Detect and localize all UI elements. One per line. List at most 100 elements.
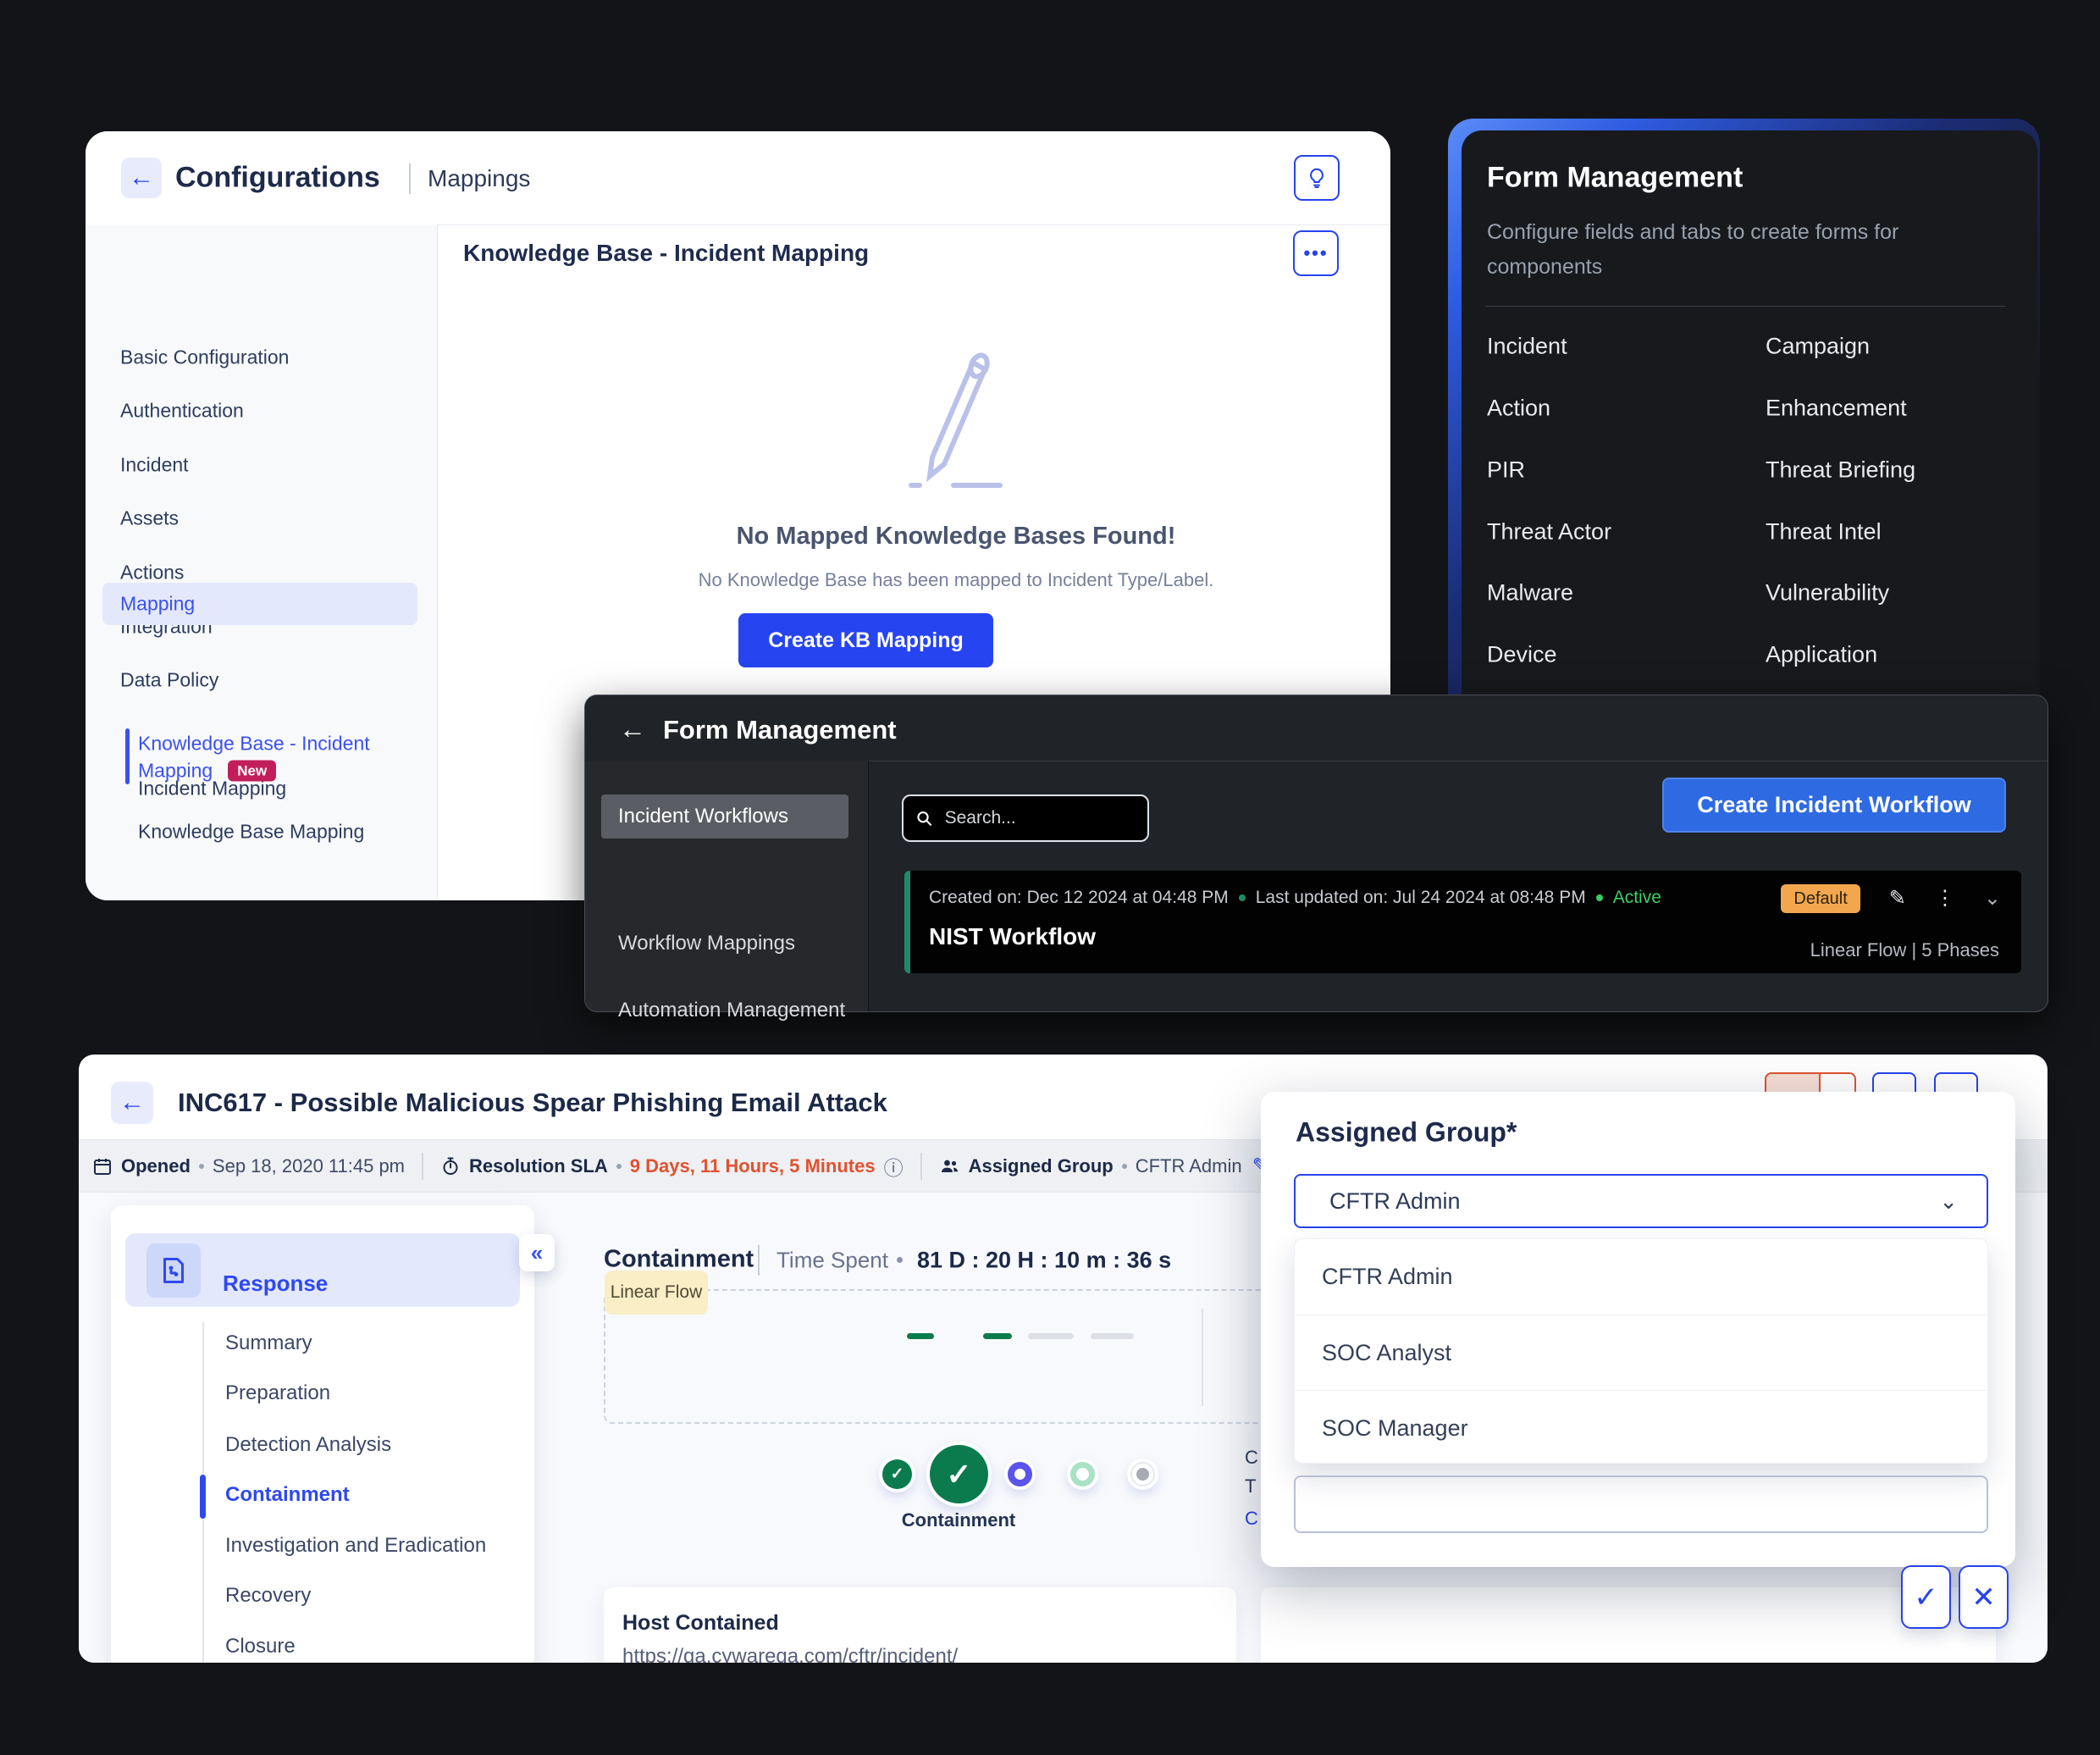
- chevron-down-icon[interactable]: ⌄: [1984, 889, 2001, 909]
- empty-state-title: No Mapped Knowledge Bases Found!: [522, 523, 1390, 551]
- sidebar-item-incident[interactable]: Incident: [120, 454, 189, 477]
- check-icon: ✓: [1914, 1581, 1938, 1614]
- sidebar-item-basic-configuration[interactable]: Basic Configuration: [120, 346, 289, 369]
- phase-summary[interactable]: Summary: [225, 1331, 312, 1355]
- response-sidebar-card: Response Summary Preparation Detection A…: [111, 1205, 534, 1663]
- component-action[interactable]: Action: [1487, 396, 1550, 422]
- component-threat-briefing[interactable]: Threat Briefing: [1766, 457, 1915, 484]
- component-pir[interactable]: PIR: [1487, 457, 1525, 484]
- workflow-card[interactable]: Created on: Dec 12 2024 at 04:48 PM Last…: [904, 871, 2021, 973]
- step-upcoming[interactable]: [1070, 1462, 1095, 1486]
- edit-icon[interactable]: ✎: [1889, 889, 1906, 909]
- create-kb-mapping-button[interactable]: Create KB Mapping: [738, 613, 993, 667]
- pencil-empty-state-illustration: [881, 347, 1025, 504]
- connector-done: [907, 1333, 934, 1339]
- assigned-group-select[interactable]: CFTR Admin ⌄: [1294, 1174, 1988, 1228]
- step-current-containment[interactable]: ✓: [930, 1445, 988, 1503]
- assigned-group-modal: Assigned Group* CFTR Admin ⌄ CFTR Admin …: [1261, 1092, 2015, 1567]
- sidebar-item-data-policy[interactable]: Data Policy: [120, 669, 218, 692]
- separator-dot: [1122, 1164, 1127, 1169]
- selected-value: CFTR Admin: [1329, 1188, 1461, 1215]
- step-next[interactable]: [1008, 1462, 1032, 1486]
- kebab-menu-icon[interactable]: ⋮: [1935, 889, 1955, 909]
- collapse-sidebar-button[interactable]: «: [519, 1234, 555, 1271]
- confirm-button[interactable]: ✓: [1901, 1565, 1951, 1629]
- more-options-button[interactable]: •••: [1293, 230, 1339, 276]
- ellipsis-icon: •••: [1303, 242, 1328, 264]
- header-divider: [409, 163, 411, 194]
- component-malware[interactable]: Malware: [1487, 580, 1573, 606]
- create-incident-workflow-button[interactable]: Create Incident Workflow: [1662, 778, 2006, 833]
- phase-title: Containment: [604, 1246, 754, 1274]
- option-soc-analyst[interactable]: SOC Analyst: [1295, 1315, 1987, 1390]
- hints-button[interactable]: [1294, 155, 1340, 201]
- component-vulnerability[interactable]: Vulnerability: [1766, 580, 1889, 606]
- workflows-header: ← Form Management: [585, 695, 2048, 761]
- search-input[interactable]: [943, 807, 1136, 829]
- workflow-name: NIST Workflow: [929, 923, 1096, 950]
- sidebar-item-authentication[interactable]: Authentication: [120, 400, 244, 423]
- component-campaign[interactable]: Campaign: [1766, 334, 1870, 360]
- empty-state-subtitle: No Knowledge Base has been mapped to Inc…: [522, 569, 1390, 591]
- option-soc-manager[interactable]: SOC Manager: [1295, 1390, 1987, 1465]
- workflow-search[interactable]: [902, 794, 1149, 842]
- step-last[interactable]: [1130, 1462, 1155, 1486]
- search-icon: [915, 808, 933, 828]
- phase-closure[interactable]: Closure: [225, 1635, 296, 1658]
- sidebar-item-knowledge-base-mapping[interactable]: Knowledge Base Mapping: [138, 821, 364, 844]
- back-icon: ←: [129, 163, 154, 192]
- sidebar-item-response-selected[interactable]: Response: [125, 1233, 520, 1307]
- connector-done: [983, 1333, 1012, 1339]
- phase-detection-analysis[interactable]: Detection Analysis: [225, 1433, 391, 1457]
- field-label: Host Contained: [622, 1611, 779, 1636]
- step-dot: [1136, 1468, 1149, 1481]
- component-incident[interactable]: Incident: [1487, 334, 1567, 360]
- meta-divider: [422, 1153, 423, 1180]
- sidebar-item-kb-incident-mapping-line1[interactable]: Knowledge Base - Incident: [138, 733, 370, 756]
- cancel-button[interactable]: ✕: [1959, 1565, 2009, 1629]
- time-spent-value: 81 D : 20 H : 10 m : 36 s: [917, 1248, 1171, 1274]
- workflow-card-actions: Default ✎ ⋮ ⌄: [1781, 884, 2001, 913]
- component-application[interactable]: Application: [1766, 642, 1877, 668]
- phase-containment[interactable]: Containment: [225, 1483, 350, 1507]
- option-cftr-admin[interactable]: CFTR Admin: [1295, 1239, 1987, 1315]
- screenshot-canvas: ← Configurations Mappings Basic Configur…: [0, 0, 2100, 1755]
- component-threat-intel[interactable]: Threat Intel: [1766, 519, 1882, 545]
- time-spent-label: Time Spent: [776, 1248, 888, 1274]
- info-icon[interactable]: ⓘ: [884, 1152, 904, 1181]
- sla-value: 9 Days, 11 Hours, 5 Minutes: [630, 1155, 876, 1177]
- back-icon[interactable]: ←: [619, 714, 646, 745]
- phase-investigation-eradication[interactable]: Investigation and Eradication: [225, 1534, 486, 1558]
- assigned-group-value: CFTR Admin: [1136, 1155, 1242, 1177]
- component-threat-actor[interactable]: Threat Actor: [1487, 519, 1611, 545]
- modal-title: Assigned Group*: [1296, 1117, 1517, 1149]
- modal-empty-field[interactable]: [1294, 1475, 1988, 1533]
- hash-contained-card: Hash Contained https://qa.cywareqa.com/c…: [1261, 1587, 1996, 1663]
- phase-preparation[interactable]: Preparation: [225, 1381, 330, 1405]
- sidebar-item-assets[interactable]: Assets: [120, 507, 179, 530]
- active-item-bar: [125, 728, 130, 784]
- back-button[interactable]: ←: [111, 1082, 153, 1124]
- phase-recovery[interactable]: Recovery: [225, 1584, 311, 1608]
- back-icon: ←: [119, 1088, 145, 1117]
- component-device[interactable]: Device: [1487, 642, 1557, 668]
- step-completed[interactable]: ✓: [882, 1459, 912, 1489]
- back-button[interactable]: ←: [121, 158, 162, 198]
- overview-title: Form Management: [1487, 162, 1743, 195]
- nav-automation-management[interactable]: Automation Management: [618, 999, 845, 1022]
- workflow-card-meta-row: Created on: Dec 12 2024 at 04:48 PM Last…: [929, 888, 1661, 908]
- workflows-sidebar: Incident Workflows Workflow Mappings Aut…: [585, 761, 869, 1011]
- component-enhancement[interactable]: Enhancement: [1766, 396, 1907, 422]
- nav-workflow-mappings[interactable]: Workflow Mappings: [618, 932, 795, 955]
- breadcrumb: Mappings: [428, 165, 530, 192]
- active-phase-marker: [200, 1475, 206, 1519]
- nav-incident-workflows-label: Incident Workflows: [618, 805, 788, 828]
- status-badge: Active: [1613, 888, 1661, 908]
- chevron-down-icon: ⌄: [1939, 1188, 1958, 1215]
- sidebar-item-actions[interactable]: Actions: [120, 562, 184, 584]
- connector-pending: [1091, 1333, 1134, 1339]
- created-on: Created on: Dec 12 2024 at 04:48 PM: [929, 888, 1229, 908]
- collapse-icon: «: [531, 1240, 543, 1266]
- field-value[interactable]: https://qa.cywareqa.com/cftr/incident/: [622, 1645, 958, 1663]
- sidebar-item-kb-incident-mapping-line2[interactable]: Mapping New: [138, 760, 276, 783]
